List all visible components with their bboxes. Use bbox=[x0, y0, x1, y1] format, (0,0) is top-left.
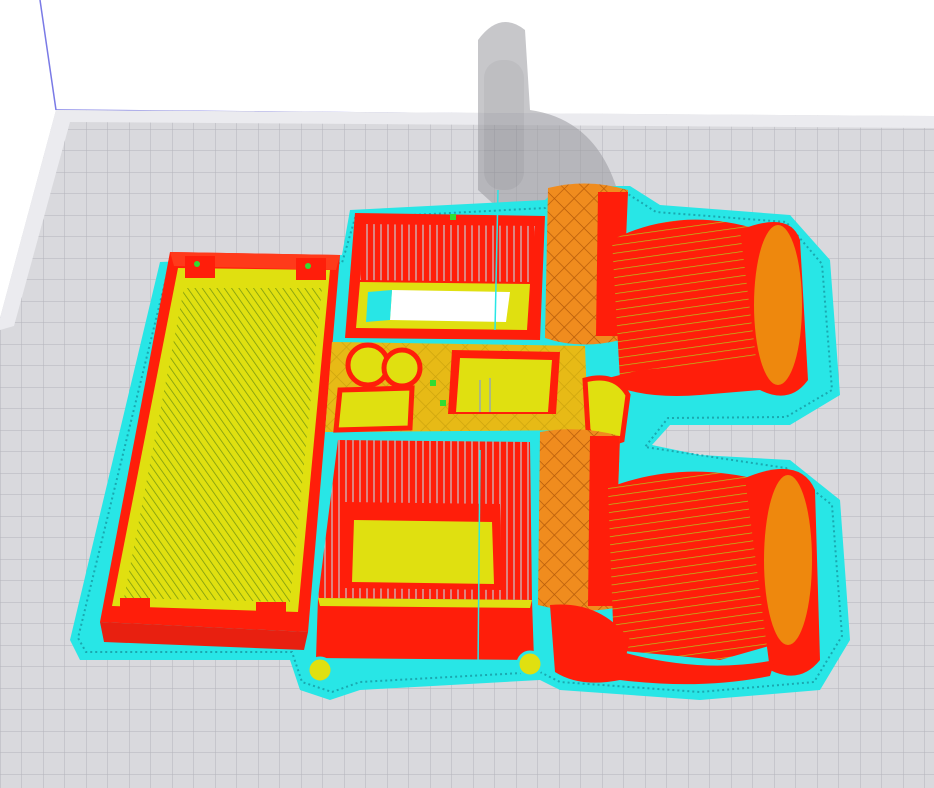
build-volume-edge-left bbox=[39, 0, 57, 111]
console-middle[interactable] bbox=[325, 342, 588, 433]
3d-layer-preview-viewport[interactable] bbox=[0, 0, 934, 788]
box-bottom-middle[interactable] bbox=[306, 440, 544, 684]
layer-view-canvas[interactable] bbox=[0, 0, 934, 788]
